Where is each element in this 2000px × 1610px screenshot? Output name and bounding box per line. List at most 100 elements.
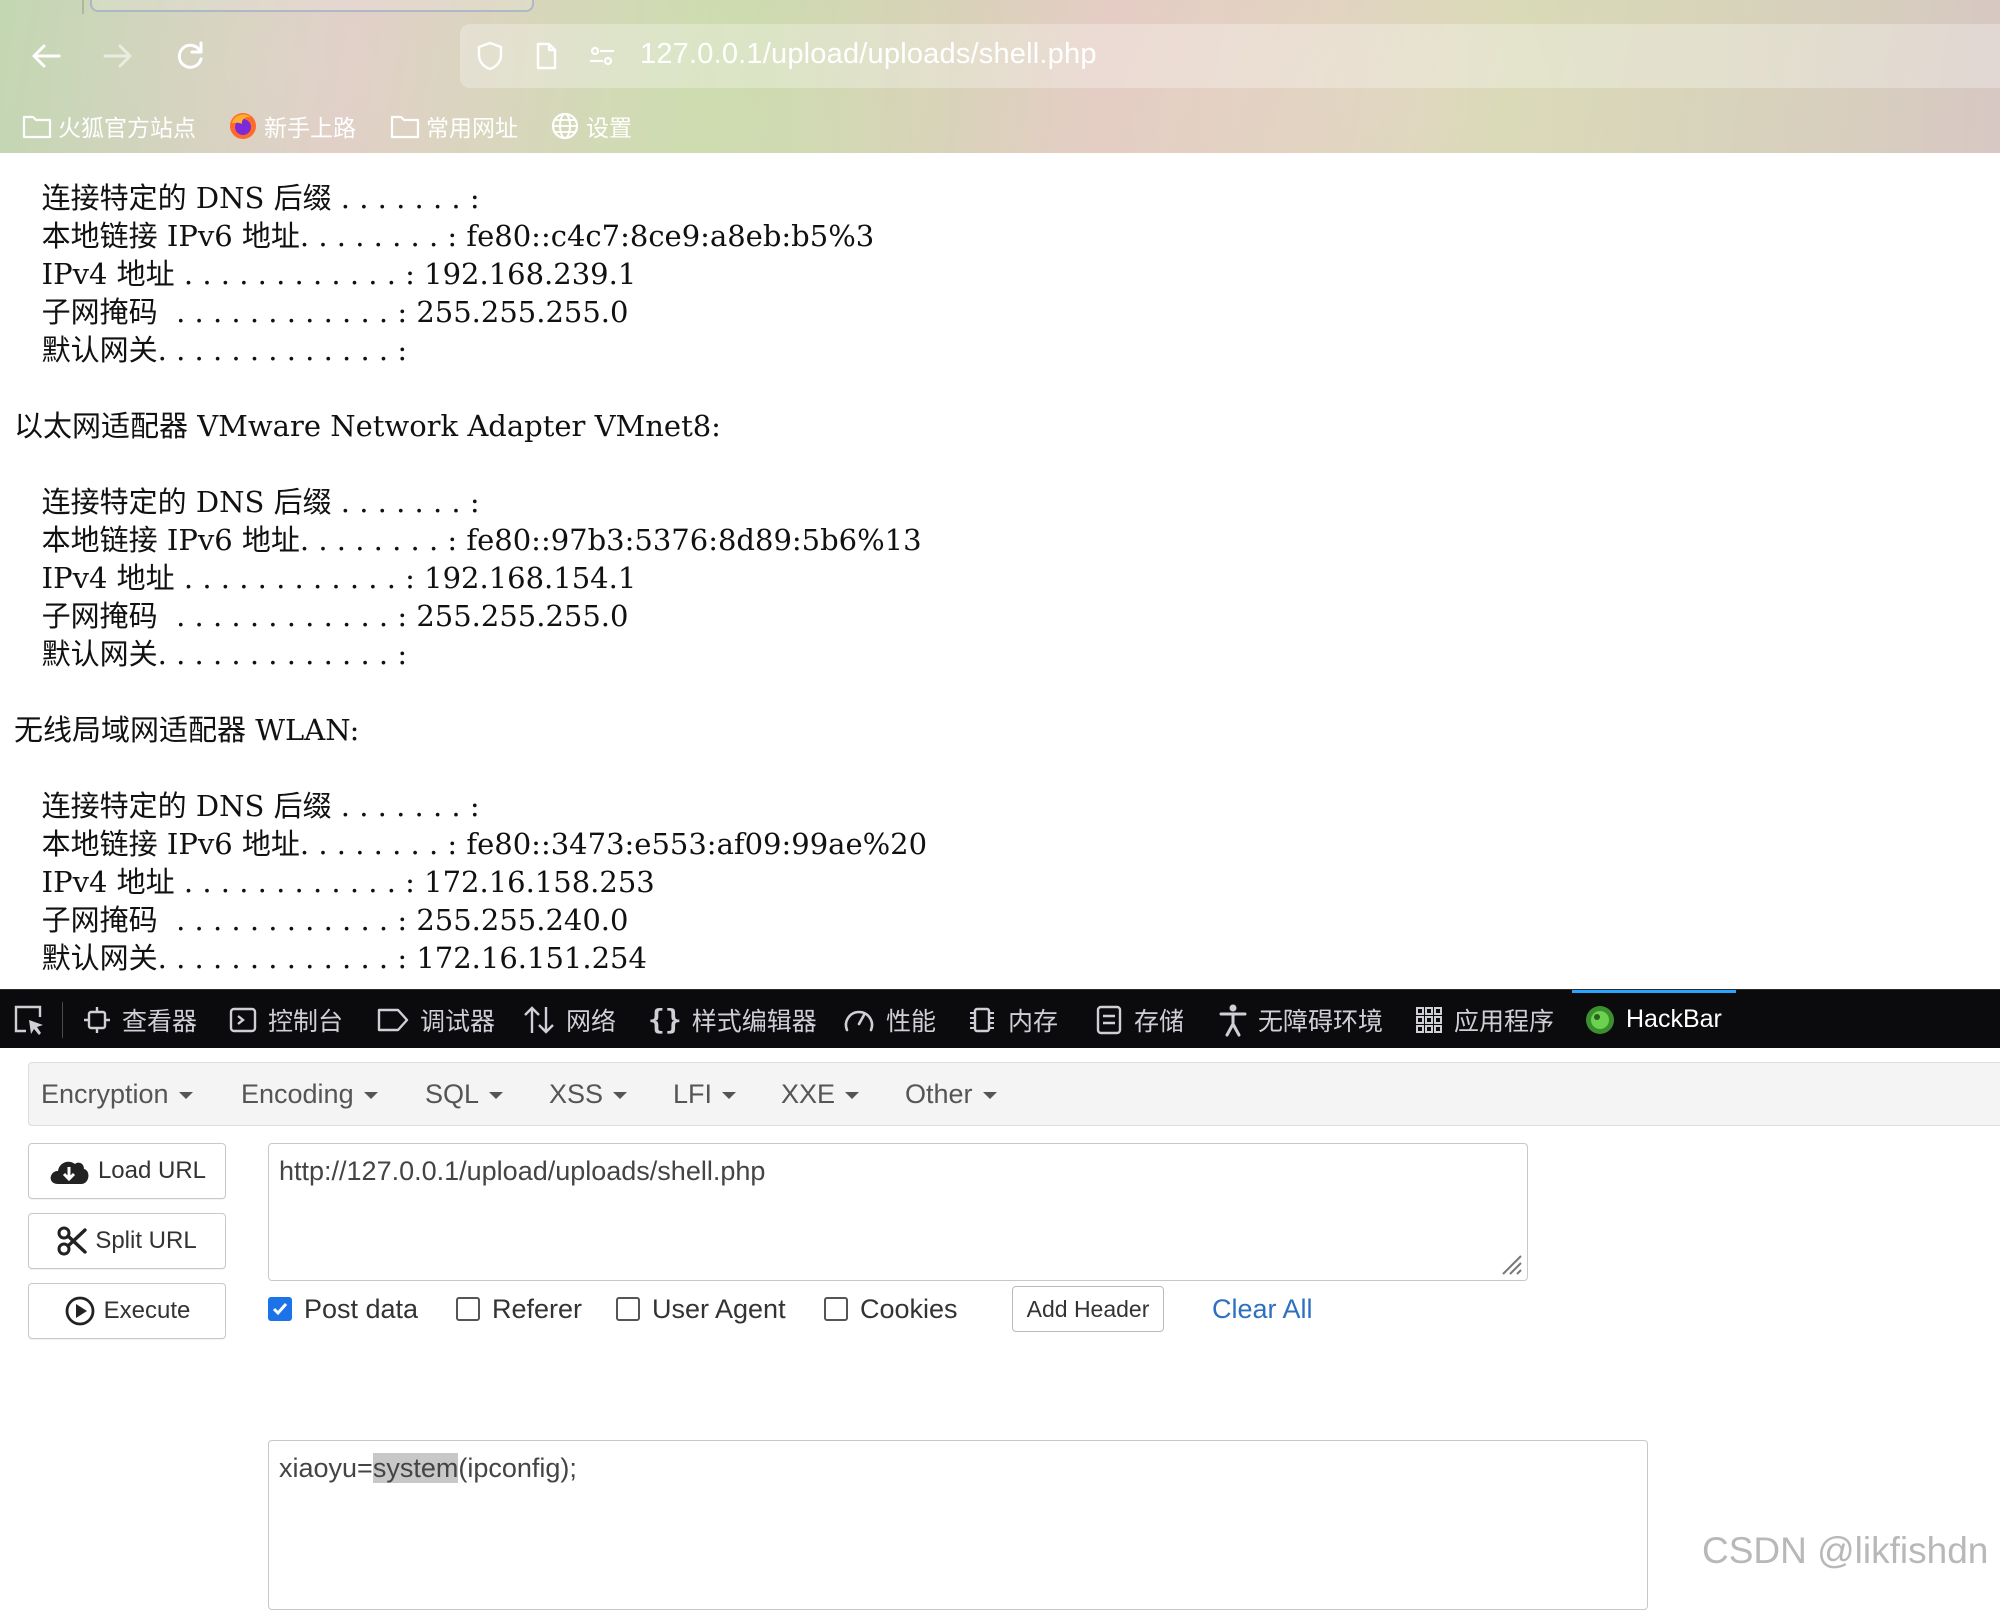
add-header-button[interactable]: Add Header: [1012, 1286, 1164, 1332]
caret-down-icon: [722, 1092, 737, 1099]
tab-network[interactable]: 网络: [522, 990, 616, 1049]
menu-xxe[interactable]: XXE: [781, 1063, 860, 1125]
split-url-button[interactable]: Split URL: [28, 1213, 226, 1269]
menu-sql[interactable]: SQL: [425, 1063, 504, 1125]
post-data-textarea[interactable]: xiaoyu=system(ipconfig);: [268, 1440, 1648, 1610]
caret-down-icon: [845, 1092, 860, 1099]
output-line: 子网掩码 . . . . . . . . . . . . : 255.255.2…: [14, 903, 629, 937]
option-label: Post data: [304, 1293, 419, 1324]
back-button[interactable]: [24, 34, 68, 78]
output-line: IPv4 地址 . . . . . . . . . . . . : 172.16…: [14, 865, 655, 899]
scissors-icon: [57, 1226, 88, 1256]
storage-icon: [1096, 1005, 1122, 1034]
button-label: Execute: [103, 1297, 191, 1324]
ipconfig-output: 连接特定的 DNS 后缀 . . . . . . . : 本地链接 IPv6 地…: [14, 179, 927, 977]
tab-label: HackBar: [1626, 1005, 1722, 1033]
forward-button[interactable]: [96, 34, 140, 78]
execute-button[interactable]: Execute: [28, 1283, 226, 1339]
post-data-checkbox[interactable]: [268, 1297, 292, 1321]
post-data-option[interactable]: Post data: [268, 1289, 418, 1329]
page-icon[interactable]: [530, 40, 562, 72]
output-line: 默认网关. . . . . . . . . . . . . :: [14, 637, 408, 671]
tab-hackbar[interactable]: HackBar: [1572, 990, 1736, 1049]
url-text[interactable]: 127.0.0.1/upload/uploads/shell.php: [640, 38, 1097, 71]
tab-label: 调试器: [420, 1007, 496, 1036]
devtools-toolbar: 查看器 控制台 调试器 网络 {} 样式编辑器 性能 内存 存储 无障碍环境 应…: [0, 989, 2000, 1049]
menu-xss[interactable]: XSS: [549, 1063, 628, 1125]
menu-encryption[interactable]: Encryption: [41, 1063, 193, 1125]
arrow-left-icon: [32, 44, 61, 68]
inspector-icon: [84, 1006, 110, 1033]
grid-icon: [1416, 1006, 1442, 1033]
reload-button[interactable]: [168, 34, 212, 78]
tab-divider: [82, 0, 84, 14]
tab-label: 内存: [1008, 1007, 1059, 1036]
clear-all-link[interactable]: Clear All: [1212, 1289, 1313, 1329]
bookmarks-toolbar: 火狐官方站点 新手上路 常用网址 设置: [0, 106, 2000, 146]
watermark: CSDN @likfishdn: [1702, 1530, 1989, 1571]
tab-debugger[interactable]: 调试器: [376, 990, 495, 1049]
url-textarea[interactable]: http://127.0.0.1/upload/uploads/shell.ph…: [268, 1143, 1528, 1281]
menu-encoding[interactable]: Encoding: [241, 1063, 378, 1125]
menu-lfi[interactable]: LFI: [673, 1063, 737, 1125]
tab-storage[interactable]: 存储: [1094, 990, 1184, 1049]
bookmark-label: 设置: [586, 115, 632, 141]
post-prefix: xiaoyu=: [279, 1453, 373, 1483]
hackbar-logo-icon: [1586, 1005, 1614, 1034]
element-picker-icon: [14, 1005, 43, 1035]
permissions-icon[interactable]: [586, 40, 618, 72]
user-agent-checkbox[interactable]: [616, 1297, 640, 1321]
bookmark-label: 新手上路: [264, 115, 356, 141]
element-picker-button[interactable]: [12, 990, 46, 1049]
bookmark-label: 火狐官方站点: [58, 115, 196, 141]
bookmark-getting-started[interactable]: 新手上路: [228, 106, 356, 146]
caret-down-icon: [489, 1092, 504, 1099]
tab-inspector[interactable]: 查看器: [82, 990, 197, 1049]
caret-down-icon: [363, 1092, 378, 1099]
caret-down-icon: [178, 1092, 193, 1099]
selected-tab[interactable]: [90, 0, 534, 12]
output-line: 子网掩码 . . . . . . . . . . . . : 255.255.2…: [14, 599, 629, 633]
menu-other[interactable]: Other: [905, 1063, 997, 1125]
tab-console[interactable]: 控制台: [228, 990, 343, 1049]
load-url-button[interactable]: Load URL: [28, 1143, 226, 1199]
menu-label: SQL: [425, 1078, 480, 1109]
cookies-checkbox[interactable]: [824, 1297, 848, 1321]
arrow-right-icon: [103, 44, 132, 68]
button-label: Load URL: [97, 1157, 207, 1184]
page-content: 连接特定的 DNS 后缀 . . . . . . . : 本地链接 IPv6 地…: [0, 153, 2000, 989]
firefox-icon: [230, 113, 256, 139]
resize-grip-icon[interactable]: [1497, 1250, 1523, 1276]
bookmark-label: 常用网址: [426, 115, 518, 141]
user-agent-option[interactable]: User Agent: [616, 1289, 786, 1329]
output-line: 连接特定的 DNS 后缀 . . . . . . . :: [14, 485, 480, 519]
bookmark-common-sites[interactable]: 常用网址: [390, 106, 518, 146]
globe-icon: [551, 112, 579, 140]
tab-application[interactable]: 应用程序: [1414, 990, 1554, 1049]
option-label: User Agent: [652, 1293, 786, 1324]
output-line: IPv4 地址 . . . . . . . . . . . . : 192.16…: [14, 561, 637, 595]
caret-down-icon: [982, 1092, 997, 1099]
address-bar[interactable]: 127.0.0.1/upload/uploads/shell.php: [460, 24, 2000, 88]
tab-style-editor[interactable]: {} 样式编辑器: [648, 990, 817, 1049]
cookies-option[interactable]: Cookies: [824, 1289, 958, 1329]
referer-option[interactable]: Referer: [456, 1289, 582, 1329]
output-line: 默认网关. . . . . . . . . . . . . : 172.16.1…: [14, 941, 647, 975]
menu-label: LFI: [673, 1078, 713, 1109]
hackbar-menu: Encryption Encoding SQL XSS LFI XXE Othe…: [28, 1062, 2000, 1126]
selected-text: system: [372, 1453, 459, 1483]
option-label: Referer: [492, 1293, 583, 1324]
bookmark-settings[interactable]: 设置: [550, 106, 632, 146]
tab-performance[interactable]: 性能: [842, 990, 936, 1049]
output-line: 默认网关. . . . . . . . . . . . . :: [14, 333, 408, 367]
referer-checkbox[interactable]: [456, 1297, 480, 1321]
tab-label: 无障碍环境: [1258, 1007, 1384, 1036]
tab-accessibility[interactable]: 无障碍环境: [1218, 990, 1383, 1049]
tab-strip: [0, 0, 2000, 14]
shield-icon[interactable]: [474, 40, 506, 72]
tab-memory[interactable]: 内存: [966, 990, 1058, 1049]
bookmark-firefox-official[interactable]: 火狐官方站点: [22, 106, 196, 146]
